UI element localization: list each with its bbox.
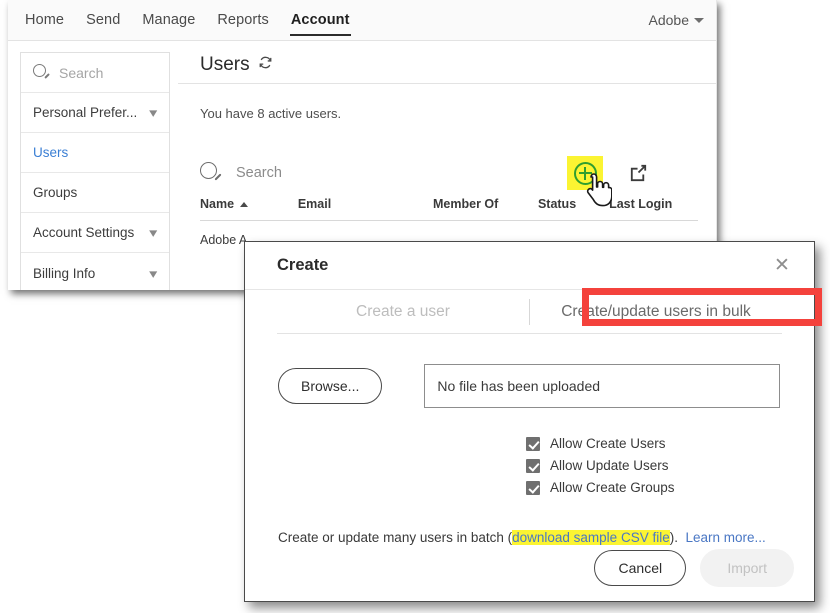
learn-more-link[interactable]: Learn more...	[685, 530, 765, 545]
sidebar-item-groups[interactable]: Groups	[21, 173, 169, 213]
batch-text-before: Create or update many users in batch (	[278, 530, 513, 545]
nav-link-account[interactable]: Account	[280, 0, 361, 40]
chevron-down-icon: ▾	[149, 105, 158, 120]
checkbox-allow-create-users[interactable]: Allow Create Users	[526, 436, 814, 451]
file-upload-row: Browse... No file has been uploaded	[245, 334, 814, 408]
plus-circle-glyph	[573, 161, 597, 185]
browse-button[interactable]: Browse...	[278, 368, 383, 404]
active-users-status: You have 8 active users.	[200, 106, 342, 121]
search-icon	[200, 162, 222, 184]
column-header-member-of[interactable]: Member Of	[433, 197, 538, 211]
column-header-last-login[interactable]: Last Login	[609, 197, 698, 211]
checkbox-label: Allow Update Users	[550, 458, 669, 473]
sidebar-item-label: Personal Prefer...	[33, 105, 138, 120]
tab-create-update-users-in-bulk[interactable]: Create/update users in bulk	[530, 303, 782, 321]
add-user-icon[interactable]	[567, 156, 603, 190]
checkbox-allow-update-users[interactable]: Allow Update Users	[526, 458, 814, 473]
column-header-email[interactable]: Email	[298, 197, 433, 211]
chevron-down-icon: ▾	[149, 225, 158, 240]
file-name-field[interactable]: No file has been uploaded	[424, 364, 781, 408]
page-title: Users	[200, 53, 250, 75]
close-icon[interactable]: ✕	[772, 256, 792, 276]
sidebar-search[interactable]: Search	[21, 53, 169, 93]
screenshot-root: Home Send Manage Reports Account Adobe S…	[0, 0, 830, 613]
checkbox-label: Allow Create Groups	[550, 480, 675, 495]
top-navigation-bar: Home Send Manage Reports Account Adobe	[8, 0, 716, 40]
sidebar-item-personal-preferences[interactable]: Personal Prefer... ▾	[21, 93, 169, 133]
permission-checkbox-group: Allow Create Users Allow Update Users Al…	[245, 408, 814, 495]
checkbox-checked-icon	[526, 458, 540, 473]
chevron-down-icon	[694, 17, 704, 23]
table-search-placeholder: Search	[236, 165, 282, 181]
table-toolbar: Search	[178, 149, 716, 197]
top-nav-divider	[8, 40, 716, 41]
account-menu[interactable]: Adobe	[649, 0, 704, 40]
checkbox-checked-icon	[526, 436, 540, 451]
account-menu-label: Adobe	[648, 12, 689, 28]
tab-create-a-user[interactable]: Create a user	[277, 303, 529, 321]
refresh-icon[interactable]	[258, 54, 273, 76]
checkbox-checked-icon	[526, 480, 540, 495]
sidebar-item-label: Account Settings	[33, 225, 135, 240]
column-header-status[interactable]: Status	[538, 197, 609, 211]
modal-tabs: Create a user Create/update users in bul…	[277, 288, 822, 334]
chevron-down-icon: ▾	[149, 265, 158, 281]
column-label: Name	[200, 197, 235, 211]
content-header: Users	[178, 46, 716, 84]
toolbar-icon-group	[567, 149, 696, 197]
create-modal: Create ✕ Create a user Create/update use…	[244, 241, 822, 602]
checkbox-label: Allow Create Users	[550, 436, 666, 451]
nav-link-home[interactable]: Home	[14, 0, 75, 40]
batch-text-after: ).	[669, 530, 678, 545]
download-sample-csv-link[interactable]: download sample CSV file	[512, 530, 670, 545]
sort-ascending-icon	[240, 201, 249, 207]
sidebar-search-placeholder: Search	[59, 64, 104, 81]
nav-link-send[interactable]: Send	[75, 0, 131, 40]
table-search-input[interactable]: Search	[200, 162, 282, 184]
export-icon[interactable]	[627, 162, 650, 185]
modal-header: Create ✕	[245, 242, 814, 290]
modal-title: Create	[277, 256, 329, 274]
search-icon	[33, 64, 50, 81]
table-header-row: Name Email Member Of Status Last Login	[200, 197, 698, 221]
sidebar-item-label: Users	[33, 145, 69, 160]
modal-footer: Cancel Import	[594, 549, 794, 587]
sidebar-item-billing-info[interactable]: Billing Info ▾	[21, 253, 169, 290]
top-nav-links: Home Send Manage Reports Account	[14, 0, 361, 40]
batch-help-text: Create or update many users in batch (do…	[245, 502, 814, 545]
nav-link-manage[interactable]: Manage	[131, 0, 206, 40]
nav-link-reports[interactable]: Reports	[206, 0, 279, 40]
users-table: Name Email Member Of Status Last Login A…	[178, 197, 716, 247]
sidebar-item-label: Groups	[33, 185, 78, 200]
column-header-name[interactable]: Name	[200, 197, 298, 211]
import-button: Import	[700, 549, 794, 587]
checkbox-allow-create-groups[interactable]: Allow Create Groups	[526, 480, 814, 495]
sidebar: Search Personal Prefer... ▾ Users Groups…	[20, 52, 170, 290]
tab-bulk-wrapper: Create/update users in bulk	[530, 303, 782, 321]
sidebar-item-users[interactable]: Users	[21, 133, 169, 173]
sidebar-item-label: Billing Info	[33, 265, 96, 281]
sidebar-item-account-settings[interactable]: Account Settings ▾	[21, 213, 169, 253]
cancel-button[interactable]: Cancel	[594, 550, 687, 586]
hamburger-menu-icon[interactable]	[674, 168, 696, 178]
